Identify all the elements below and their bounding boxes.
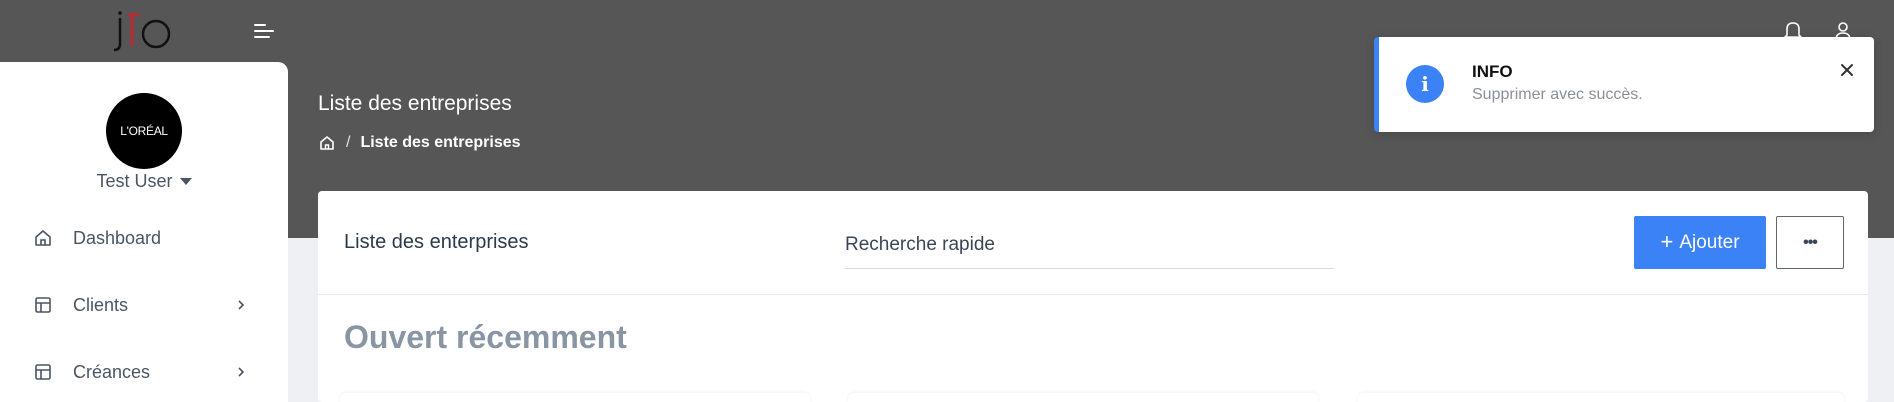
sidebar: L'ORÉAL Test User Dashboard Clients Créa…: [0, 62, 288, 402]
chevron-right-icon: [238, 367, 245, 377]
logo-icon: [113, 11, 171, 52]
add-button[interactable]: + Ajouter: [1634, 216, 1766, 269]
more-options-button[interactable]: •••: [1776, 216, 1844, 269]
breadcrumb: / Liste des entreprises: [318, 134, 521, 152]
sidebar-item-clients[interactable]: Clients: [0, 285, 288, 325]
app-logo[interactable]: [110, 10, 180, 52]
menu-toggle-button[interactable]: [250, 18, 280, 44]
plus-icon: +: [1660, 228, 1674, 254]
avatar[interactable]: L'ORÉAL: [106, 93, 182, 169]
sidebar-item-label: Dashboard: [73, 227, 162, 248]
hamburger-icon: [254, 24, 266, 26]
avatar-brand-text: L'ORÉAL: [120, 124, 168, 138]
breadcrumb-separator: /: [346, 134, 351, 151]
enterprises-card: Liste des enterprises + Ajouter ••• Ouve…: [318, 191, 1868, 402]
toast-title: INFO: [1472, 62, 1513, 81]
info-toast: i INFO Supprimer avec succès.: [1374, 37, 1874, 132]
close-icon[interactable]: [1838, 61, 1856, 79]
quick-search-input[interactable]: [845, 221, 1334, 269]
page-title: Liste des entreprises: [318, 92, 512, 115]
recently-opened-title: Ouvert récemment: [344, 319, 627, 355]
chevron-right-icon: [238, 300, 245, 310]
card-header: Liste des enterprises + Ajouter •••: [318, 191, 1868, 295]
add-button-label: Ajouter: [1679, 231, 1740, 253]
breadcrumb-current: Liste des entreprises: [360, 134, 521, 151]
recent-item-card[interactable]: [848, 393, 1318, 402]
more-dots-icon: •••: [1803, 233, 1818, 251]
sidebar-item-label: Créances: [73, 361, 151, 382]
toast-message: Supprimer avec succès.: [1472, 86, 1643, 103]
table-icon: [35, 364, 51, 380]
info-icon: i: [1406, 65, 1444, 103]
card-title: Liste des enterprises: [344, 231, 529, 253]
user-name: Test User: [96, 171, 173, 191]
recent-item-card[interactable]: [1358, 393, 1844, 402]
user-menu[interactable]: Test User: [0, 171, 288, 192]
caret-down-icon: [179, 177, 192, 185]
sidebar-item-dashboard[interactable]: Dashboard: [0, 218, 288, 258]
home-icon: [35, 230, 51, 246]
recent-item-card[interactable]: [340, 393, 810, 402]
home-icon[interactable]: [318, 134, 336, 152]
sidebar-item-label: Clients: [73, 294, 129, 315]
sidebar-item-creances[interactable]: Créances: [0, 352, 288, 392]
table-icon: [35, 297, 51, 313]
